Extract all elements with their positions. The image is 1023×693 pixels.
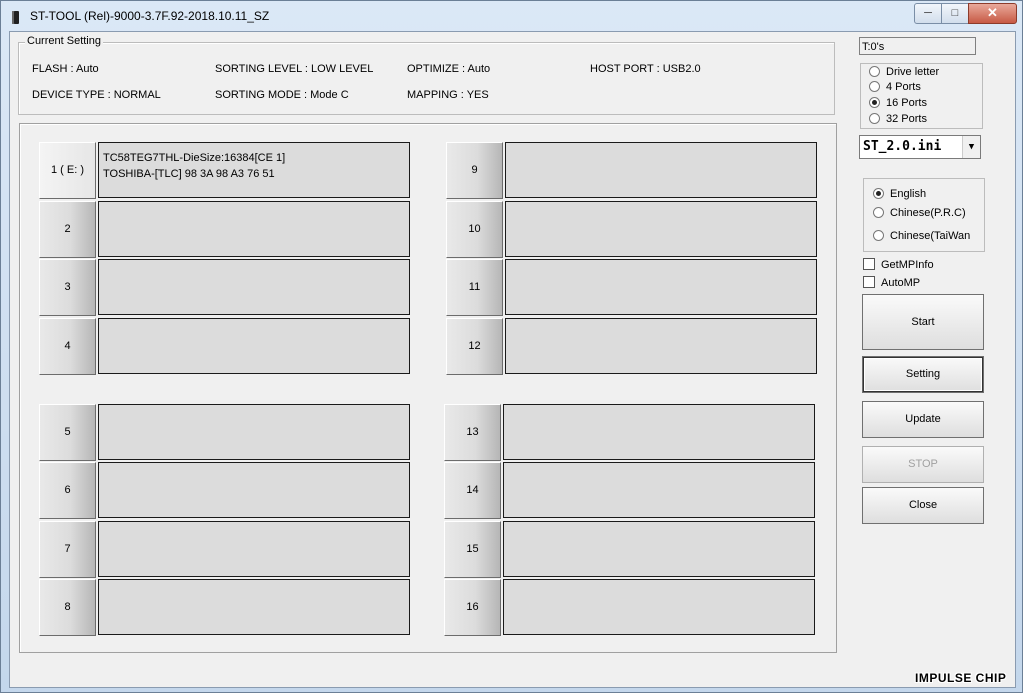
port-info-16 <box>503 579 815 635</box>
port-info-10 <box>505 201 817 257</box>
port-info-7 <box>98 521 410 577</box>
checkbox-icon <box>863 276 875 289</box>
port-info-3 <box>98 259 410 315</box>
port-button-7[interactable]: 7 <box>39 521 96 578</box>
port-info-15 <box>503 521 815 577</box>
main-window: ST-TOOL (Rel)-9000-3.7F.92-2018.10.11_SZ… <box>0 0 1023 693</box>
port-button-15[interactable]: 15 <box>444 521 501 578</box>
radio-selected-icon <box>873 187 884 199</box>
radio-selected-icon <box>869 96 880 108</box>
current-setting-group: Current Setting FLASH : Auto SORTING LEV… <box>18 35 835 115</box>
port-info-6 <box>98 462 410 518</box>
setting-button[interactable]: Setting <box>862 356 984 393</box>
port-info-1: TC58TEG7THL-DieSize:16384[CE 1] TOSHIBA-… <box>98 142 410 198</box>
radio-icon <box>869 112 880 124</box>
checkbox-automp[interactable]: AutoMP <box>863 276 920 289</box>
port-info-11 <box>505 259 817 315</box>
ini-file-select[interactable]: ST_2.0.ini ▼ <box>859 135 981 159</box>
port-button-10[interactable]: 10 <box>446 201 503 258</box>
radio-16-ports[interactable]: 16 Ports <box>869 96 927 109</box>
port-info-4 <box>98 318 410 374</box>
close-button[interactable]: Close <box>862 487 984 524</box>
port-info-9 <box>505 142 817 198</box>
language-group: English Chinese(P.R.C) Chinese(TaiWan <box>863 178 985 252</box>
title-bar: ST-TOOL (Rel)-9000-3.7F.92-2018.10.11_SZ… <box>1 1 1022 31</box>
device-type-label: DEVICE TYPE : NORMAL <box>32 89 161 101</box>
radio-4-ports[interactable]: 4 Ports <box>869 80 921 93</box>
minimize-button[interactable]: ─ <box>914 3 942 24</box>
sorting-mode-label: SORTING MODE : Mode C <box>215 89 349 101</box>
sorting-level-label: SORTING LEVEL : LOW LEVEL <box>215 63 374 75</box>
port-info-5 <box>98 404 410 460</box>
port-button-6[interactable]: 6 <box>39 462 96 519</box>
radio-chinese-taiwan[interactable]: Chinese(TaiWan <box>873 229 970 242</box>
port-button-1[interactable]: 1 ( E: ) <box>39 142 96 199</box>
app-icon <box>12 11 19 24</box>
port-button-12[interactable]: 12 <box>446 318 503 375</box>
port-button-9[interactable]: 9 <box>446 142 503 199</box>
flash-label: FLASH : Auto <box>32 63 99 75</box>
radio-icon <box>869 80 880 92</box>
chevron-down-icon[interactable]: ▼ <box>962 136 980 158</box>
host-port-label: HOST PORT : USB2.0 <box>590 63 701 75</box>
port-button-3[interactable]: 3 <box>39 259 96 316</box>
current-setting-title: Current Setting <box>25 35 103 47</box>
port-info-14 <box>503 462 815 518</box>
port-button-16[interactable]: 16 <box>444 579 501 636</box>
ports-panel: 1 ( E: ) TC58TEG7THL-DieSize:16384[CE 1]… <box>19 123 837 653</box>
port-info-13 <box>503 404 815 460</box>
start-button[interactable]: Start <box>862 294 984 350</box>
update-button[interactable]: Update <box>862 401 984 438</box>
mapping-label: MAPPING : YES <box>407 89 489 101</box>
radio-32-ports[interactable]: 32 Ports <box>869 112 927 125</box>
radio-drive-letter[interactable]: Drive letter <box>869 65 939 78</box>
stop-button[interactable]: STOP <box>862 446 984 483</box>
maximize-button[interactable]: □ <box>941 3 969 24</box>
port-button-13[interactable]: 13 <box>444 404 501 461</box>
port-info-12 <box>505 318 817 374</box>
port-button-5[interactable]: 5 <box>39 404 96 461</box>
radio-english[interactable]: English <box>873 187 926 200</box>
port-button-8[interactable]: 8 <box>39 579 96 636</box>
checkbox-icon <box>863 258 875 271</box>
timer-display: T:0's <box>859 37 976 55</box>
port-info-8 <box>98 579 410 635</box>
port-info-2 <box>98 201 410 257</box>
port-mode-group: Drive letter 4 Ports 16 Ports 32 Ports <box>860 63 983 129</box>
radio-icon <box>873 206 884 218</box>
port-button-14[interactable]: 14 <box>444 462 501 519</box>
port-button-11[interactable]: 11 <box>446 259 503 316</box>
radio-chinese-prc[interactable]: Chinese(P.R.C) <box>873 206 966 219</box>
port-button-4[interactable]: 4 <box>39 318 96 375</box>
watermark-text: IMPULSE CHIP <box>915 671 1007 685</box>
close-window-button[interactable]: ✕ <box>968 3 1017 24</box>
optimize-label: OPTIMIZE : Auto <box>407 63 491 75</box>
radio-icon <box>869 65 880 77</box>
radio-icon <box>873 229 884 241</box>
checkbox-getmpinfo[interactable]: GetMPInfo <box>863 258 934 271</box>
window-title: ST-TOOL (Rel)-9000-3.7F.92-2018.10.11_SZ <box>30 9 270 23</box>
client-area: Current Setting FLASH : Auto SORTING LEV… <box>9 31 1016 688</box>
port-button-2[interactable]: 2 <box>39 201 96 258</box>
ini-file-value: ST_2.0.ini <box>863 139 942 154</box>
